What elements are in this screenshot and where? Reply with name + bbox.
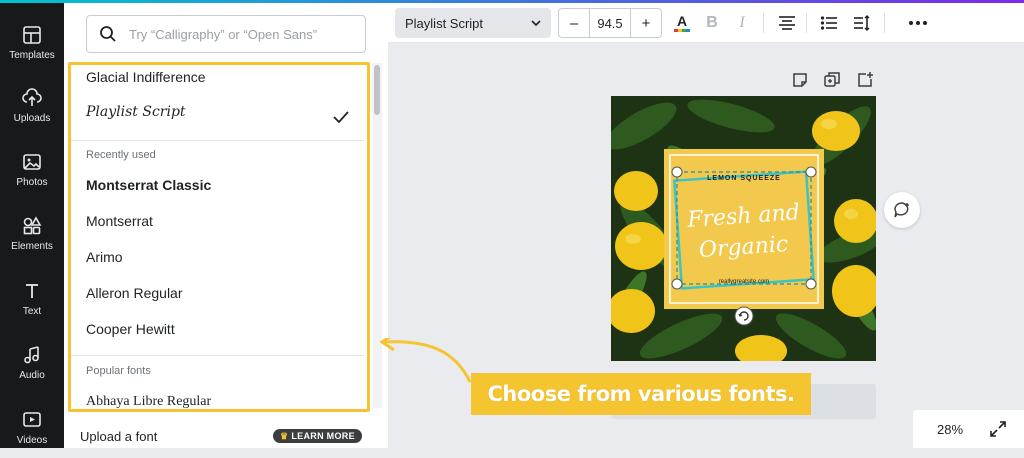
font-item-montserrat-classic[interactable]: Montserrat Classic xyxy=(86,177,356,193)
sidebar-item-label: Photos xyxy=(16,177,48,188)
toolbar-separator xyxy=(884,13,885,33)
audio-icon xyxy=(24,346,39,364)
rotate-icon[interactable] xyxy=(738,310,750,322)
section-label-popular-fonts: Popular fonts xyxy=(86,365,151,377)
font-size-stepper: – 94.5 + xyxy=(558,8,662,38)
font-item-alleron-regular[interactable]: Alleron Regular xyxy=(86,285,356,301)
add-page-icon[interactable] xyxy=(856,71,874,89)
expand-icon[interactable] xyxy=(989,420,1007,438)
callout-banner: Choose from various fonts. xyxy=(471,373,811,415)
toolbar-separator xyxy=(806,13,807,33)
svg-text:A: A xyxy=(677,13,687,29)
add-comment-button[interactable] xyxy=(884,192,920,228)
font-family-value: Playlist Script xyxy=(405,15,484,31)
elements-icon xyxy=(23,216,42,235)
zoom-control: 28% xyxy=(913,410,1024,448)
sidebar-item-label: Elements xyxy=(11,241,53,252)
font-item-arimo[interactable]: Arimo xyxy=(86,249,356,265)
learn-more-button[interactable]: ♛ LEARN MORE xyxy=(273,429,362,443)
upload-font-link[interactable]: Upload a font xyxy=(80,429,157,444)
sidebar-item-label: Audio xyxy=(19,370,45,381)
text-toolbar: Playlist Script – 94.5 + A B I xyxy=(388,3,1024,43)
text-icon xyxy=(26,284,38,298)
design-small-heading: LEMON SQUEEZE xyxy=(707,175,781,182)
sidebar-item-elements[interactable]: Elements xyxy=(0,204,64,264)
list-icon[interactable] xyxy=(819,13,839,33)
divider xyxy=(68,140,364,141)
font-family-dropdown[interactable]: Playlist Script xyxy=(395,8,551,38)
sidebar-item-label: Videos xyxy=(16,435,48,446)
sidebar: Templates Uploads Photos Elements Text A… xyxy=(0,3,64,448)
sidebar-item-audio[interactable]: Audio xyxy=(0,333,64,393)
note-icon[interactable] xyxy=(791,71,809,89)
templates-icon xyxy=(23,26,41,44)
scrollbar-thumb[interactable] xyxy=(374,65,380,115)
font-item-glacial-indifference[interactable]: Glacial Indifference xyxy=(86,69,356,85)
font-search-box[interactable] xyxy=(86,15,366,53)
search-icon xyxy=(100,26,116,42)
toolbar-separator xyxy=(763,13,764,33)
sidebar-item-videos[interactable]: Videos xyxy=(0,398,64,458)
sidebar-item-photos[interactable]: Photos xyxy=(0,140,64,200)
decrease-size-button[interactable]: – xyxy=(559,9,589,37)
align-center-icon[interactable] xyxy=(777,13,797,33)
section-label-recently-used: Recently used xyxy=(86,149,156,161)
sidebar-item-text[interactable]: Text xyxy=(0,269,64,329)
sidebar-item-uploads[interactable]: Uploads xyxy=(0,76,64,136)
font-panel: Glacial Indifference Playlist Script Rec… xyxy=(64,3,388,448)
font-item-abhaya-libre-regular[interactable]: Abhaya Libre Regular xyxy=(86,394,356,410)
font-list: Glacial Indifference Playlist Script Rec… xyxy=(68,63,366,413)
divider xyxy=(68,355,364,356)
text-color-icon[interactable]: A xyxy=(672,13,692,33)
videos-icon xyxy=(23,412,41,427)
callout-arrow xyxy=(379,338,472,383)
sidebar-item-templates[interactable]: Templates xyxy=(0,13,64,73)
font-item-cooper-hewitt[interactable]: Cooper Hewitt xyxy=(86,321,356,337)
crown-icon: ♛ xyxy=(280,430,289,441)
line-spacing-icon[interactable] xyxy=(852,13,872,33)
learn-more-label: LEARN MORE xyxy=(291,431,355,441)
increase-size-button[interactable]: + xyxy=(631,9,661,37)
sidebar-item-label: Templates xyxy=(9,50,55,61)
check-icon xyxy=(333,111,349,124)
sidebar-item-label: Uploads xyxy=(13,113,51,124)
chevron-down-icon xyxy=(531,20,541,27)
font-size-input[interactable]: 94.5 xyxy=(589,9,631,37)
font-search-input[interactable] xyxy=(129,26,359,42)
comment-icon xyxy=(894,202,909,218)
sidebar-item-label: Text xyxy=(22,306,42,317)
zoom-level[interactable]: 28% xyxy=(937,422,963,437)
callout-text: Choose from various fonts. xyxy=(487,382,795,406)
design-website: reallygreatsite.com xyxy=(719,279,769,285)
font-item-montserrat[interactable]: Montserrat xyxy=(86,213,356,229)
duplicate-page-icon[interactable] xyxy=(823,71,841,89)
font-item-playlist-script[interactable]: Playlist Script xyxy=(86,104,356,120)
photos-icon xyxy=(23,154,41,170)
more-icon[interactable] xyxy=(908,13,928,33)
uploads-icon xyxy=(22,88,42,106)
italic-icon[interactable]: I xyxy=(732,13,752,33)
bold-icon[interactable]: B xyxy=(702,13,722,33)
